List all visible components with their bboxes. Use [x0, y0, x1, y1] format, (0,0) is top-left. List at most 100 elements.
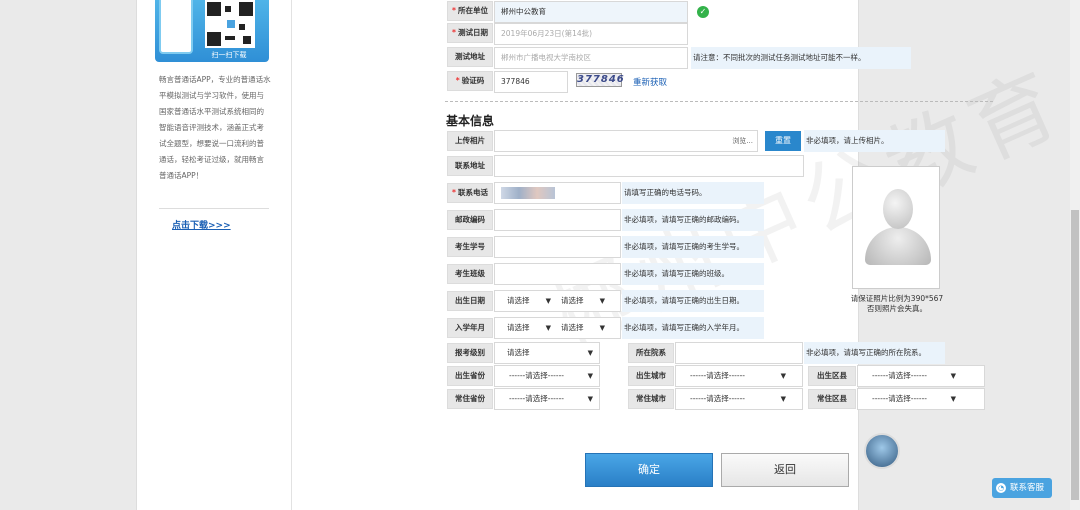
required-mark: *: [455, 76, 460, 85]
enroll-year-select[interactable]: 请选择 ▼: [507, 318, 555, 338]
required-mark: *: [452, 6, 456, 15]
phone-input[interactable]: [494, 182, 621, 204]
level-value: 请选择: [507, 348, 530, 357]
date-label: * 测试日期: [447, 23, 493, 43]
home-province-select[interactable]: ------请选择------ ▼: [509, 389, 597, 409]
unit-label: * 所在单位: [447, 1, 493, 21]
enroll-year-value: 请选择: [507, 323, 530, 332]
photo-note-line2: 否则照片会失真。: [867, 304, 927, 313]
birth-hint: 非必填项，请填写正确的出生日期。: [622, 290, 764, 312]
photo-note: 请保证照片比例为390*567 否则照片会失真。: [837, 294, 957, 314]
student-no-hint: 非必填项，请填写正确的考生学号。: [622, 236, 764, 258]
birth-year-select[interactable]: 请选择 ▼: [507, 291, 555, 311]
dropdown-arrow-icon: ▼: [950, 372, 956, 380]
photo-label: 上传相片: [447, 131, 493, 151]
class-label: 考生班级: [447, 264, 493, 284]
divider: [445, 101, 993, 102]
scan-download-label: 扫一扫下载: [211, 51, 247, 59]
page-container: 扫一扫下载 畅言普通话APP，专业的普通话水平模拟测试与学习软件，使用与国家普通…: [136, 0, 1078, 510]
home-district-value: ------请选择------: [872, 394, 927, 403]
level-select[interactable]: 请选择 ▼: [507, 343, 597, 363]
enroll-month-select[interactable]: 请选择 ▼: [561, 318, 609, 338]
home-city-value: ------请选择------: [690, 394, 745, 403]
photo-file-input[interactable]: 浏览...: [494, 130, 758, 152]
level-label: 报考级别: [447, 343, 493, 363]
dept-input[interactable]: [675, 342, 803, 364]
birth-date-label: 出生日期: [447, 291, 493, 311]
chat-avatar[interactable]: [864, 433, 900, 469]
student-no-label: 考生学号: [447, 237, 493, 257]
zip-hint: 非必填项，请填写正确的邮政编码。: [622, 209, 764, 231]
birth-district-select[interactable]: ------请选择------ ▼: [872, 366, 960, 386]
captcha-label: * 验证码: [447, 71, 493, 91]
home-province-label: 常住省份: [447, 389, 493, 409]
confirm-button[interactable]: 确定: [585, 453, 713, 487]
birth-province-field: ------请选择------ ▼: [494, 365, 600, 387]
app-promo-card: 扫一扫下载: [155, 0, 269, 62]
birth-month-value: 请选择: [561, 296, 584, 305]
dropdown-arrow-icon: ▼: [599, 324, 605, 332]
student-no-input[interactable]: [494, 236, 621, 258]
birth-month-select[interactable]: 请选择 ▼: [561, 291, 609, 311]
main-form: 郴州中公教育 * 所在单位 郴州中公教育 ✓ * 测试日期 2019年06月23日(…: [297, 0, 1078, 510]
address-label: 测试地址: [447, 47, 493, 67]
enroll-hint: 非必填项，请填写正确的入学年月。: [622, 317, 764, 339]
dropdown-arrow-icon: ▼: [587, 372, 593, 380]
scrollbar-thumb[interactable]: [1071, 210, 1079, 500]
reset-button[interactable]: 重置: [765, 131, 801, 151]
captcha-label-text: 验证码: [461, 76, 485, 85]
home-city-select[interactable]: ------请选择------ ▼: [690, 389, 790, 409]
phone-image: [159, 0, 193, 54]
captcha-input[interactable]: 377846: [494, 71, 568, 93]
contact-address-input[interactable]: [494, 155, 804, 177]
contact-service-button[interactable]: ◔ 联系客服: [992, 478, 1052, 498]
photo-placeholder: [852, 166, 940, 289]
address-field: 郴州市广播电视大学南校区: [494, 47, 688, 69]
dropdown-arrow-icon: ▼: [950, 395, 956, 403]
required-mark: *: [452, 188, 456, 197]
dropdown-arrow-icon: ▼: [780, 372, 786, 380]
photo-note-line1: 请保证照片比例为390*567: [850, 294, 944, 303]
phone-label-text: 联系电话: [457, 188, 488, 197]
zip-input[interactable]: [494, 209, 621, 231]
enroll-group: 请选择 ▼ 请选择 ▼: [494, 317, 621, 339]
photo-hint: 非必填项，请上传相片。: [804, 130, 945, 152]
birth-city-label: 出生城市: [628, 366, 674, 386]
home-city-field: ------请选择------ ▼: [675, 388, 803, 410]
browse-button[interactable]: 浏览...: [732, 131, 753, 151]
dropdown-arrow-icon: ▼: [545, 297, 551, 305]
download-link[interactable]: 点击下载>>>: [172, 218, 231, 231]
dropdown-arrow-icon: ▼: [545, 324, 551, 332]
home-district-select[interactable]: ------请选择------ ▼: [872, 389, 960, 409]
birth-city-field: ------请选择------ ▼: [675, 365, 803, 387]
class-input[interactable]: [494, 263, 621, 285]
dropdown-arrow-icon: ▼: [599, 297, 605, 305]
birth-province-label: 出生省份: [447, 366, 493, 386]
birth-province-select[interactable]: ------请选择------ ▼: [509, 366, 597, 386]
phone-label: * 联系电话: [447, 183, 493, 203]
dropdown-arrow-icon: ▼: [587, 395, 593, 403]
dept-hint: 非必填项，请填写正确的所在院系。: [804, 342, 945, 364]
dropdown-arrow-icon: ▼: [587, 349, 593, 357]
date-field: 2019年06月23日(第14批): [494, 23, 688, 45]
refresh-captcha-link[interactable]: 重新获取: [633, 76, 667, 88]
dropdown-arrow-icon: ▼: [780, 395, 786, 403]
birth-city-select[interactable]: ------请选择------ ▼: [690, 366, 790, 386]
app-description: 畅言普通话APP，专业的普通话水平模拟测试与学习软件，使用与国家普通话水平测试系…: [159, 75, 271, 180]
birth-district-label: 出生区县: [808, 366, 856, 386]
scrollbar[interactable]: [1070, 0, 1080, 510]
back-button[interactable]: 返回: [721, 453, 849, 487]
dept-label: 所在院系: [628, 343, 674, 363]
check-icon: ✓: [697, 6, 709, 18]
date-label-text: 测试日期: [457, 28, 488, 37]
level-field: 请选择 ▼: [494, 342, 600, 364]
birth-city-value: ------请选择------: [690, 371, 745, 380]
enroll-label: 入学年月: [447, 318, 493, 338]
birth-date-group: 请选择 ▼ 请选择 ▼: [494, 290, 621, 312]
unit-field: 郴州中公教育: [494, 1, 688, 23]
divider: [159, 208, 269, 209]
birth-district-field: ------请选择------ ▼: [857, 365, 985, 387]
avatar-silhouette-body: [865, 227, 931, 265]
required-mark: *: [452, 28, 456, 37]
address-note: 请注意：不同批次的测试任务测试地址可能不一样。: [691, 47, 911, 69]
